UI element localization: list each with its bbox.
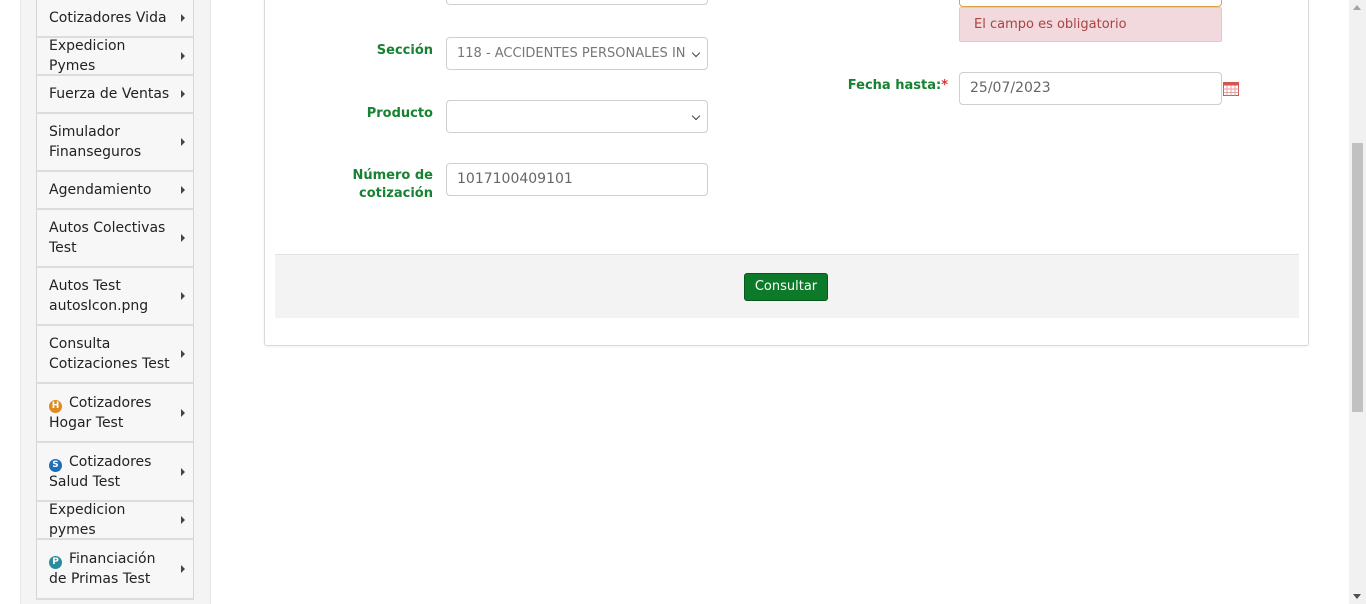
- scrollbar-thumb[interactable]: [1352, 143, 1363, 412]
- sidebar-item-financiacion-de-primas-test[interactable]: P Financiación de Primas Test: [37, 540, 193, 600]
- error-message: El campo es obligatorio: [959, 7, 1222, 42]
- fecha-hasta-label: Fecha hasta:*: [825, 77, 948, 95]
- caret-right-icon: [181, 408, 185, 417]
- finance-badge-icon: P: [49, 556, 62, 569]
- caret-right-icon: [181, 516, 185, 524]
- sidebar-item-simulador-finanseguros[interactable]: Simulador Finanseguros: [37, 114, 193, 172]
- form-actions-bar: Consultar: [275, 254, 1299, 318]
- sidebar-item-cotizadores-vida[interactable]: Cotizadores Vida: [37, 0, 193, 38]
- chevron-down-icon: [691, 111, 701, 121]
- vertical-scrollbar[interactable]: [1349, 0, 1366, 604]
- sidebar-item-agendamiento[interactable]: Agendamiento: [37, 172, 193, 210]
- caret-right-icon: [181, 52, 185, 60]
- scroll-down-arrow-icon[interactable]: [1353, 594, 1361, 599]
- numero-cotizacion-input[interactable]: 1017100409101: [446, 163, 708, 196]
- required-asterisk: *: [941, 78, 948, 93]
- seccion-select[interactable]: 118 - ACCIDENTES PERSONALES IN: [446, 37, 708, 70]
- numero-cotizacion-label: Número de cotización: [352, 168, 434, 201]
- caret-right-icon: [181, 186, 185, 194]
- chevron-down-icon: [691, 48, 701, 58]
- sidebar-item-cotizadores-salud-test[interactable]: S Cotizadores Salud Test: [37, 443, 193, 502]
- caret-right-icon: [181, 138, 185, 146]
- scroll-up-arrow-icon[interactable]: [1353, 5, 1361, 10]
- sidebar-item-text: P Financiación de Primas Test: [49, 549, 171, 589]
- producto-label: Producto: [366, 106, 433, 121]
- caret-right-icon: [181, 467, 185, 476]
- sidebar-item-label: Expedicion Pymes: [49, 38, 126, 74]
- producto-select[interactable]: [446, 100, 708, 133]
- sidebar-item-fuerza-de-ventas[interactable]: Fuerza de Ventas: [37, 76, 193, 114]
- sidebar-item-label: Autos Test autosIcon.png: [49, 278, 149, 314]
- sidebar-item-label: Cotizadores Vida: [49, 10, 167, 26]
- sidebar-item-label: Financiación de Primas Test: [49, 551, 156, 587]
- sidebar-item-text: H Cotizadores Hogar Test: [49, 393, 171, 433]
- page: Cotizadores Vida Expedicion Pymes Fuerza…: [0, 0, 1366, 604]
- sidebar-item-cotizadores-hogar-test[interactable]: H Cotizadores Hogar Test: [37, 384, 193, 443]
- seccion-label: Sección: [376, 43, 433, 58]
- caret-right-icon: [181, 234, 185, 242]
- sidebar-item-expedicion-pymes-2[interactable]: Expedicion pymes: [37, 502, 193, 540]
- calendar-icon[interactable]: [1223, 82, 1239, 96]
- health-badge-icon: S: [49, 458, 62, 472]
- form-card: El campo es obligatorio Sección 118 - AC…: [264, 0, 1309, 346]
- sidebar-item-label: Cotizadores Hogar Test: [49, 394, 152, 431]
- fecha-hasta-label-text: Fecha hasta:: [847, 78, 942, 93]
- caret-right-icon: [181, 90, 185, 98]
- sidebar-item-label: Expedicion pymes: [49, 502, 126, 538]
- sidebar-item-consulta-cotizaciones-test[interactable]: Consulta Cotizaciones Test: [37, 326, 193, 384]
- fecha-hasta-input[interactable]: 25/07/2023: [959, 72, 1222, 105]
- caret-right-icon: [181, 565, 185, 573]
- caret-right-icon: [181, 292, 185, 300]
- sidebar-item-label: Fuerza de Ventas: [49, 86, 170, 102]
- sidebar-item-label: Agendamiento: [49, 182, 152, 198]
- sidebar-item-label: Cotizadores Salud Test: [49, 453, 152, 490]
- caret-right-icon: [181, 350, 185, 358]
- top-field-partial[interactable]: [446, 0, 708, 5]
- sidebar-item-label: Autos Colectivas Test: [49, 220, 166, 256]
- home-badge-icon: H: [49, 399, 62, 413]
- date-from-field-partial[interactable]: [959, 0, 1222, 7]
- sidebar-item-text: S Cotizadores Salud Test: [49, 452, 171, 492]
- sidebar-menu: Cotizadores Vida Expedicion Pymes Fuerza…: [36, 0, 194, 600]
- seccion-select-value: 118 - ACCIDENTES PERSONALES IN: [457, 46, 685, 61]
- sidebar-item-label: Consulta Cotizaciones Test: [49, 336, 170, 372]
- consultar-button[interactable]: Consultar: [744, 273, 828, 301]
- sidebar-item-autos-test[interactable]: Autos Test autosIcon.png: [37, 268, 193, 326]
- sidebar-item-expedicion-pymes[interactable]: Expedicion Pymes: [37, 38, 193, 76]
- caret-right-icon: [181, 14, 185, 22]
- sidebar-item-autos-colectivas-test[interactable]: Autos Colectivas Test: [37, 210, 193, 268]
- sidebar-item-label: Simulador Finanseguros: [49, 124, 142, 160]
